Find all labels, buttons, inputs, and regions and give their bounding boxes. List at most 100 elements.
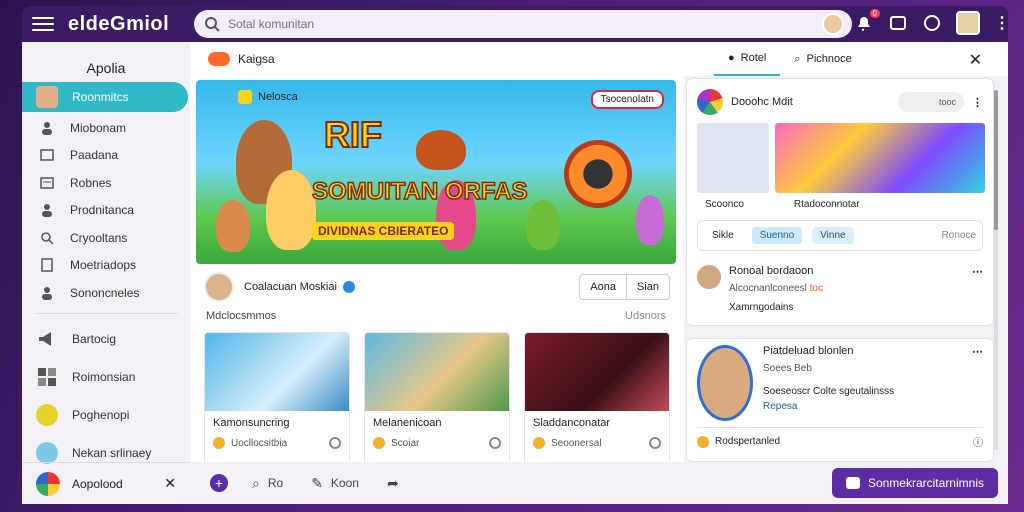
screen-icon[interactable] — [888, 13, 908, 33]
menu-icon[interactable] — [32, 17, 54, 31]
coin-icon — [697, 435, 709, 448]
bottom-item-edit[interactable]: ✎ Koon — [311, 475, 359, 492]
notifications-icon[interactable]: 0 — [854, 9, 880, 33]
kebab-icon[interactable]: ⋯ — [972, 265, 983, 278]
sidebar-item-0[interactable]: Roonmitcs — [22, 82, 188, 112]
primary-cta-button[interactable]: Sonmekrarcitarnimnis — [831, 468, 998, 498]
post-author-row: Coalacuan Moskiai Aona Sian — [204, 272, 670, 302]
section-label: Mdclocsmmos — [206, 310, 277, 322]
reaction-more[interactable]: Ronoce — [942, 230, 976, 241]
sidebar-item-8[interactable]: Bartocig — [22, 320, 190, 358]
search-avatar[interactable] — [822, 13, 844, 35]
section-link[interactable]: Udsnors — [625, 310, 666, 322]
kebab-icon[interactable]: ⋮ — [972, 96, 983, 109]
comment-subtext: Xamrngodains — [729, 302, 794, 313]
chat-icon[interactable] — [922, 13, 942, 33]
kebab-icon[interactable]: ⋯ — [972, 345, 983, 421]
post-images — [697, 123, 993, 193]
person-icon — [42, 121, 52, 135]
guitar-icon — [416, 130, 466, 170]
action-button-a[interactable]: Aona — [580, 275, 626, 299]
scrollbar[interactable] — [994, 90, 998, 450]
right-tabs: ● Rotel ⌕ Pichnoce ✕ — [684, 42, 1008, 76]
content-card[interactable]: Melanenicoan Scoiar — [364, 332, 510, 464]
post-photo[interactable] — [775, 123, 985, 193]
reaction-bar: Sikle Suenno Vinne Ronoce — [697, 220, 983, 251]
profile-tag[interactable]: Repesa — [763, 401, 894, 412]
bottom-item-search[interactable]: ⌕ Ro — [252, 475, 283, 492]
user-avatar-icon — [36, 86, 58, 108]
reaction-vinne[interactable]: Vinne — [812, 227, 854, 244]
commenter-name[interactable]: Ronoal bordaoon — [729, 265, 823, 277]
search-input[interactable] — [228, 17, 788, 31]
post-card[interactable]: Dooohc Mdit tooc ⋮ Scoonco Rtadoconnotar… — [686, 78, 994, 326]
clock-icon[interactable] — [329, 437, 341, 449]
banner-chip-right[interactable]: Tsocenolatn — [590, 90, 664, 109]
sidebar-item-7[interactable]: Sononcneles — [22, 279, 190, 307]
profile-meta: Soees Beb — [763, 363, 812, 374]
cartoon-character — [266, 170, 316, 250]
card-icon — [40, 177, 54, 189]
profile-header: Piatdeluad blonlen Soees Beb Soeseoscr C… — [697, 345, 983, 421]
share-icon: ➦ — [386, 474, 399, 491]
person-icon — [42, 286, 52, 300]
search-icon: ⌕ — [794, 52, 801, 65]
card-title: Sladdanconatar — [533, 417, 611, 429]
sidebar-item-6[interactable]: Moetriadops — [22, 252, 190, 280]
app-logo[interactable]: eldeGmiol — [68, 13, 169, 36]
reaction-suenno[interactable]: Suenno — [751, 227, 803, 244]
content-card[interactable]: Sladdanconatar Seoonersal — [524, 332, 670, 464]
bottom-bar: + ⌕ Ro ✎ Koon ➦ Sonmekrarcitarnimnis — [190, 462, 1008, 504]
post-pill[interactable]: tooc — [898, 92, 964, 112]
sidebar-item-4[interactable]: Prodnitanca — [22, 197, 190, 225]
info-icon[interactable]: ⓘ — [973, 434, 983, 449]
sidebar-item-2[interactable]: Paadana — [22, 142, 190, 170]
verified-icon — [342, 281, 355, 293]
sidebar-item-10[interactable]: Poghenopi — [22, 396, 190, 434]
sidebar-item-3[interactable]: Robnes — [22, 169, 190, 197]
message-icon — [845, 477, 860, 489]
cartoon-character — [216, 200, 250, 252]
reaction-sikle[interactable]: Sikle — [704, 227, 742, 244]
clock-icon[interactable] — [489, 437, 501, 449]
bottom-item-share[interactable]: ➦ — [387, 475, 407, 492]
sidebar-divider — [34, 312, 178, 314]
cartoon-character — [636, 195, 664, 245]
search-bar[interactable] — [194, 10, 852, 38]
author-name[interactable]: Coalacuan Moskiai — [244, 281, 337, 293]
sidebar-item-5[interactable]: Cryooltans — [22, 224, 190, 252]
kebab-icon[interactable]: ⋮ — [994, 13, 1010, 33]
search-icon: ⌕ — [252, 474, 260, 491]
card-footer: Scoiar — [365, 429, 509, 449]
tab-pichnoce[interactable]: ⌕ Pichnoce — [780, 42, 865, 76]
close-icon[interactable]: ✕ — [969, 50, 982, 70]
sidebar-item-1[interactable]: Miobonam — [22, 114, 190, 142]
sidebar-footer[interactable]: Aopolood ✕ — [22, 462, 190, 504]
clock-icon[interactable] — [649, 437, 661, 449]
profile-card[interactable]: Piatdeluad blonlen Soees Beb Soeseoscr C… — [686, 338, 994, 462]
user-avatar[interactable] — [956, 11, 980, 35]
banner-subtitle: SOMUITAN ORFAS — [311, 177, 528, 206]
add-icon[interactable]: + — [210, 474, 228, 492]
sidebar-title: Apolia — [86, 60, 126, 76]
card-image — [525, 333, 669, 411]
profile-avatar[interactable] — [697, 345, 753, 421]
sidebar: Apolia Roonmitcs Miobonam Paadana Robnes… — [22, 42, 190, 504]
commenter-avatar[interactable] — [697, 265, 721, 289]
close-icon[interactable]: ✕ — [164, 475, 176, 492]
post-photo[interactable] — [697, 123, 769, 193]
cartoon-character — [526, 200, 560, 250]
card-image — [365, 333, 509, 411]
sidebar-item-9[interactable]: Roimonsian — [22, 358, 190, 396]
author-avatar[interactable] — [204, 272, 234, 302]
post-author[interactable]: Dooohc Mdit — [731, 96, 793, 108]
scrollbar-thumb[interactable] — [994, 90, 998, 230]
tab-rotel[interactable]: ● Rotel — [714, 42, 781, 76]
action-button-b[interactable]: Sian — [625, 275, 669, 299]
content-card[interactable]: Kamonsuncring Uocllocsitbia — [204, 332, 350, 464]
profile-name[interactable]: Piatdeluad blonlen — [763, 345, 894, 357]
hero-banner[interactable]: Nelosca Tsocenolatn RIF SOMUITAN ORFAS D… — [196, 80, 676, 264]
image-icon — [40, 149, 54, 161]
pin-icon: ● — [728, 52, 735, 64]
globe-icon — [36, 441, 58, 464]
